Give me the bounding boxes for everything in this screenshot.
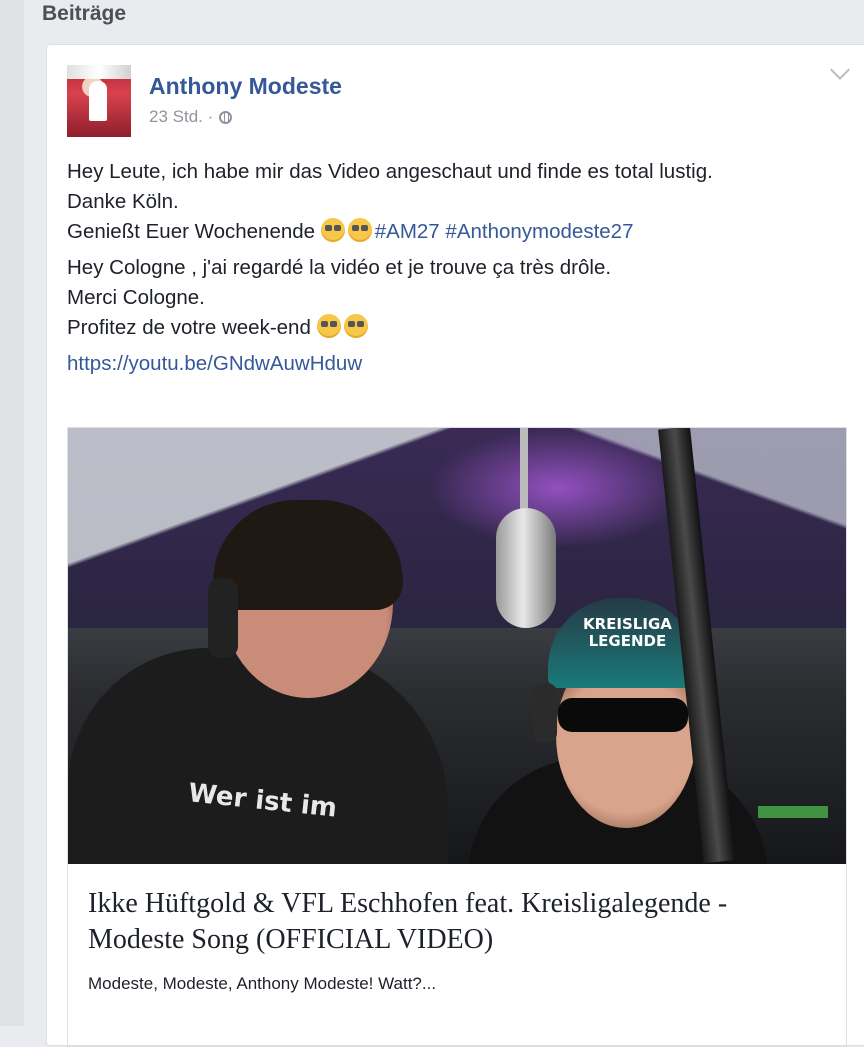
- author-avatar[interactable]: [67, 65, 131, 137]
- chevron-down-icon[interactable]: [830, 60, 850, 80]
- post-line: Hey Cologne , j'ai regardé la vidéo et j…: [67, 256, 612, 279]
- preview-title-link[interactable]: Ikke Hüftgold & VFL Eschhofen feat. Krei…: [88, 886, 828, 958]
- preview-description: Modeste, Modeste, Anthony Modeste! Watt?…: [88, 974, 437, 993]
- avatar-banner: [67, 65, 131, 79]
- youtube-link[interactable]: https://youtu.be/GNdwAuwHduw: [67, 349, 857, 379]
- post-card: Anthony Modeste 23 Std. · Hey Leute, ich…: [46, 44, 864, 1047]
- cap-logo-text: KREISLIGA LEGENDE: [583, 615, 672, 650]
- mic-stand: [520, 428, 528, 518]
- left-margin: [0, 0, 24, 1026]
- hashtag-anthonymodeste27-link[interactable]: #Anthonymodeste27: [445, 220, 633, 243]
- post-line: Genießt Euer Wochenende #AM27 #Anthonymo…: [67, 217, 857, 247]
- post-line: Profitez de votre week-end: [67, 313, 857, 343]
- channel-logo-mark: [758, 798, 828, 818]
- sunglasses-emoji-icon: [320, 218, 345, 242]
- post-meta: 23 Std. ·: [149, 107, 233, 127]
- thumb-glow: [428, 428, 688, 548]
- post-body: Hey Leute, ich habe mir das Video angesc…: [67, 157, 857, 379]
- link-preview-card[interactable]: Wer ist im KREISLIGA LEGENDE Ikke Hüftgo…: [67, 427, 847, 1047]
- author-name-link[interactable]: Anthony Modeste: [149, 73, 342, 100]
- globe-icon: [219, 110, 233, 124]
- sunglasses-shape: [558, 698, 688, 732]
- headphones-shape: [533, 683, 557, 743]
- video-thumbnail[interactable]: Wer ist im KREISLIGA LEGENDE: [68, 428, 846, 864]
- post-timestamp[interactable]: 23 Std. ·: [149, 107, 213, 127]
- post-line: Danke Köln.: [67, 190, 179, 213]
- sunglasses-emoji-icon: [316, 314, 341, 338]
- headphones-shape: [208, 578, 238, 658]
- post-line: Merci Cologne.: [67, 286, 205, 309]
- sunglasses-emoji-icon: [343, 314, 368, 338]
- section-title: Beiträge: [42, 2, 127, 25]
- post-line-text: Genießt Euer Wochenende: [67, 220, 321, 243]
- avatar-figure: [89, 81, 107, 121]
- post-line-text: Profitez de votre week-end: [67, 316, 317, 339]
- hashtag-am27-link[interactable]: #AM27: [375, 220, 440, 243]
- microphone-shape: [496, 508, 556, 628]
- sunglasses-emoji-icon: [347, 218, 372, 242]
- post-line: Hey Leute, ich habe mir das Video angesc…: [67, 160, 713, 183]
